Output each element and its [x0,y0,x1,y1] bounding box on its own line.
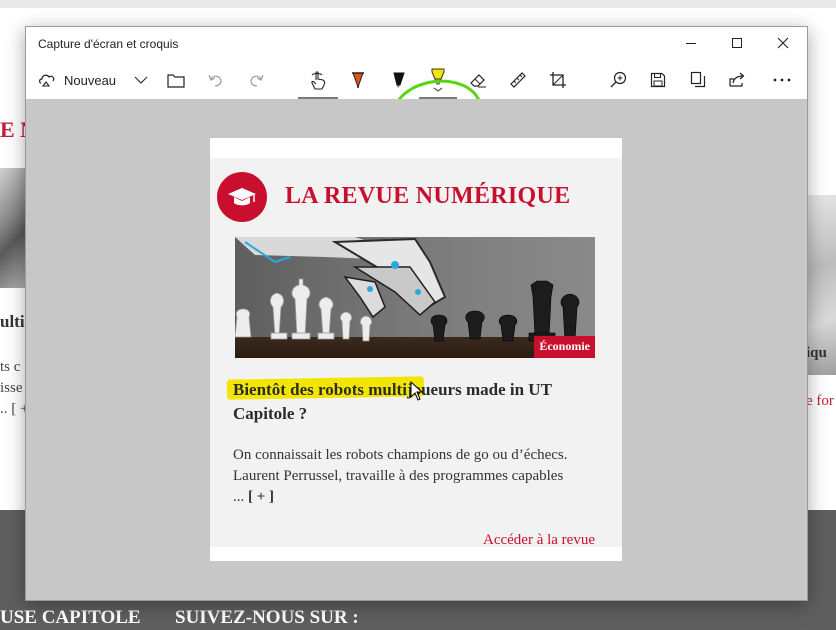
ballpoint-pen-button[interactable] [346,65,370,95]
chevron-down-icon [134,76,148,84]
save-icon [650,72,666,88]
touch-writing-icon [311,71,326,90]
category-tag[interactable]: Économie [534,336,595,358]
eraser-icon [470,74,486,88]
minimize-button[interactable] [668,27,714,59]
undo-icon [208,74,222,87]
footer-follow-us: SUIVEZ-NOUS SUR : [175,607,359,628]
pencil-icon [393,72,405,88]
save-button[interactable] [646,65,670,95]
access-journal-link[interactable]: Accéder à la revue [483,532,595,549]
footer-university-name: USE CAPITOLE [0,607,141,628]
more-icon [773,78,791,82]
ruler-button[interactable] [506,65,530,95]
crop-icon [550,72,566,88]
card-panel: LA REVUE NUMÉRIQUE Économie Bientôt des … [210,158,622,549]
background-top-strip [0,0,836,8]
close-icon [777,37,789,49]
close-button[interactable] [760,27,806,59]
article-excerpt: On connaissait les robots champions de g… [233,445,573,508]
title-bar[interactable]: Capture d'écran et croquis [26,27,807,59]
ballpoint-pen-icon [352,72,364,89]
read-more-link[interactable]: [ + ] [248,489,274,505]
article-image[interactable]: Économie [235,237,595,358]
background-left-image [0,168,26,288]
graduation-cap-icon [228,188,256,206]
toolbar: Nouveau [26,59,807,148]
eraser-button[interactable] [466,65,490,95]
share-icon [729,72,745,87]
mouse-cursor-icon [410,380,424,406]
redo-button[interactable] [245,65,269,95]
background-right-link[interactable]: e for [806,393,834,410]
touch-writing-button[interactable] [306,65,330,95]
new-snip-button[interactable]: Nouveau [38,65,116,95]
maximize-button[interactable] [714,27,760,59]
ruler-icon [510,72,526,88]
undo-button[interactable] [203,65,227,95]
zoom-icon [610,71,627,88]
folder-icon [167,74,185,88]
share-button[interactable] [725,65,749,95]
card-heading: LA REVUE NUMÉRIQUE [285,183,571,209]
more-options-button[interactable] [770,65,794,95]
new-snip-label: Nouveau [64,72,117,88]
captured-card: LA REVUE NUMÉRIQUE Économie Bientôt des … [210,138,622,561]
new-snip-icon [39,74,55,87]
graduation-cap-badge [217,172,267,222]
new-snip-dropdown[interactable] [130,65,152,95]
maximize-icon [732,38,742,48]
copy-button[interactable] [686,65,710,95]
crop-button[interactable] [546,65,570,95]
window-title: Capture d'écran et croquis [38,37,179,51]
background-right-label: iqu [806,345,827,361]
arrow-cursor-icon [410,380,424,401]
minimize-icon [686,43,696,44]
article-excerpt-text: On connaissait les robots champions de g… [233,447,568,505]
open-file-button[interactable] [164,65,188,95]
background-left-title: ulti [0,312,25,331]
redo-icon [250,74,264,87]
copy-icon [690,71,706,88]
zoom-button[interactable] [607,65,631,95]
